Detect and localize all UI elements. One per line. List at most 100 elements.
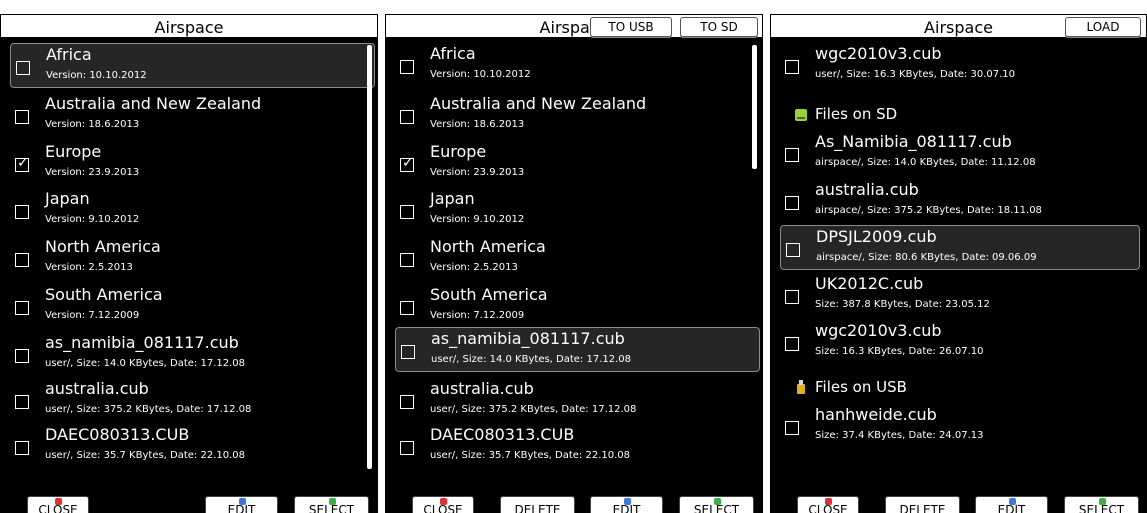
- scrollbar[interactable]: [367, 45, 372, 469]
- item-meta: Version: 23.9.2013: [45, 167, 140, 178]
- list-item[interactable]: wgc2010v3.cub user/, Size: 16.3 KBytes, …: [780, 43, 1140, 88]
- item-name: DPSJL2009.cub: [816, 227, 937, 246]
- list-item[interactable]: australia.cub user/, Size: 375.2 KBytes,…: [395, 378, 760, 423]
- checkbox-checked[interactable]: ✓: [400, 155, 414, 172]
- list-item[interactable]: Japan Version: 9.10.2012: [395, 188, 760, 233]
- list-item[interactable]: as_namibia_081117.cub user/, Size: 14.0 …: [10, 332, 375, 377]
- edit-button[interactable]: EDIT: [975, 496, 1048, 513]
- item-name: as_namibia_081117.cub: [431, 329, 625, 348]
- item-meta: user/, Size: 375.2 KBytes, Date: 17.12.0…: [45, 404, 252, 415]
- item-meta: Version: 9.10.2012: [430, 214, 525, 225]
- list-item[interactable]: Australia and New Zealand Version: 18.6.…: [10, 93, 375, 138]
- checkbox[interactable]: [785, 60, 799, 74]
- checkbox[interactable]: [15, 349, 29, 363]
- item-meta: airspace/, Size: 375.2 KBytes, Date: 18.…: [815, 205, 1042, 216]
- page-title: Airspace: [154, 18, 224, 37]
- checkbox[interactable]: [785, 337, 799, 351]
- item-name: australia.cub: [430, 379, 534, 398]
- item-name: Africa: [46, 45, 92, 64]
- list-item[interactable]: South America Version: 7.12.2009: [10, 284, 375, 329]
- checkbox[interactable]: [786, 243, 800, 257]
- delete-label: DELETE: [899, 503, 946, 513]
- list-item[interactable]: DPSJL2009.cub airspace/, Size: 80.6 KByt…: [780, 225, 1140, 270]
- checkbox[interactable]: [785, 290, 799, 304]
- to-usb-button[interactable]: TO USB: [590, 17, 672, 37]
- blue-marker-icon: [623, 498, 631, 505]
- checkbox[interactable]: [400, 395, 414, 409]
- checkbox[interactable]: [400, 205, 414, 219]
- checkbox[interactable]: [15, 301, 29, 315]
- airspace-panel-3: Airspace LOAD wgc2010v3.cub user/, Size:…: [770, 14, 1147, 513]
- scrollbar[interactable]: [752, 45, 757, 169]
- select-button[interactable]: SELECT: [679, 496, 754, 513]
- checkbox[interactable]: [15, 253, 29, 267]
- item-meta: user/, Size: 14.0 KBytes, Date: 17.12.08: [431, 354, 632, 365]
- item-name: DAEC080313.CUB: [45, 425, 190, 444]
- list-item[interactable]: wgc2010v3.cub Size: 16.3 KBytes, Date: 2…: [780, 320, 1140, 365]
- checkbox[interactable]: [16, 61, 30, 75]
- delete-button[interactable]: DELETE: [500, 496, 575, 513]
- list-item[interactable]: North America Version: 2.5.2013: [10, 236, 375, 281]
- title-bar: Airspace TO USB TO SD: [385, 14, 763, 38]
- item-meta: user/, Size: 35.7 KBytes, Date: 22.10.08: [45, 450, 246, 461]
- title-bar: Airspace LOAD: [770, 14, 1147, 38]
- checkbox[interactable]: [400, 301, 414, 315]
- list-item[interactable]: DAEC080313.CUB user/, Size: 35.7 KBytes,…: [395, 424, 760, 469]
- list-item[interactable]: australia.cub airspace/, Size: 375.2 KBy…: [780, 179, 1140, 224]
- list-item[interactable]: Africa Version: 10.10.2012: [10, 43, 375, 88]
- checkbox[interactable]: [401, 345, 415, 359]
- list-item[interactable]: UK2012C.cub Size: 387.8 KBytes, Date: 23…: [780, 273, 1140, 318]
- list-item[interactable]: ✓ Europe Version: 23.9.2013: [10, 141, 375, 186]
- close-button[interactable]: CLOSE: [27, 496, 89, 513]
- edit-button[interactable]: EDIT: [205, 496, 278, 513]
- checkbox[interactable]: [15, 205, 29, 219]
- list-item[interactable]: DAEC080313.CUB user/, Size: 35.7 KBytes,…: [10, 424, 375, 469]
- usb-stick-icon: [797, 380, 805, 394]
- list-item[interactable]: North America Version: 2.5.2013: [395, 236, 760, 281]
- checkbox[interactable]: [400, 441, 414, 455]
- close-button[interactable]: CLOSE: [797, 496, 859, 513]
- list-item[interactable]: Japan Version: 9.10.2012: [10, 188, 375, 233]
- list-item[interactable]: Australia and New Zealand Version: 18.6.…: [395, 93, 760, 138]
- list-item[interactable]: ✓ Europe Version: 23.9.2013: [395, 141, 760, 186]
- checkbox[interactable]: [785, 196, 799, 210]
- to-sd-button[interactable]: TO SD: [680, 17, 758, 37]
- item-meta: user/, Size: 14.0 KBytes, Date: 17.12.08: [45, 358, 246, 369]
- item-name: wgc2010v3.cub: [815, 44, 942, 63]
- edit-button[interactable]: EDIT: [590, 496, 663, 513]
- item-name: Africa: [430, 44, 476, 63]
- select-button[interactable]: SELECT: [294, 496, 369, 513]
- sd-card-icon: [795, 109, 807, 121]
- checkbox[interactable]: [785, 148, 799, 162]
- checkbox[interactable]: [785, 421, 799, 435]
- item-name: wgc2010v3.cub: [815, 321, 942, 340]
- list-item[interactable]: australia.cub user/, Size: 375.2 KBytes,…: [10, 378, 375, 423]
- item-meta: Version: 9.10.2012: [45, 214, 140, 225]
- checkbox[interactable]: [15, 441, 29, 455]
- title-bar: Airspace: [0, 14, 378, 38]
- select-button[interactable]: SELECT: [1064, 496, 1139, 513]
- checkbox[interactable]: [400, 253, 414, 267]
- close-button[interactable]: CLOSE: [412, 496, 474, 513]
- list-item[interactable]: hanhweide.cub Size: 37.4 KBytes, Date: 2…: [780, 404, 1140, 449]
- list-item[interactable]: As_Namibia_081117.cub airspace/, Size: 1…: [780, 131, 1140, 176]
- item-name: Europe: [45, 142, 102, 161]
- list-item[interactable]: Africa Version: 10.10.2012: [395, 43, 760, 88]
- red-marker-icon: [825, 498, 832, 505]
- delete-label: DELETE: [514, 503, 561, 513]
- load-button[interactable]: LOAD: [1065, 17, 1141, 37]
- item-meta: Version: 2.5.2013: [45, 262, 133, 273]
- checkbox[interactable]: [15, 395, 29, 409]
- checkbox[interactable]: [400, 60, 414, 74]
- checkbox-checked[interactable]: ✓: [15, 155, 29, 172]
- checkbox[interactable]: [400, 110, 414, 124]
- delete-button[interactable]: DELETE: [885, 496, 960, 513]
- item-name: as_namibia_081117.cub: [45, 333, 239, 352]
- list-item[interactable]: as_namibia_081117.cub user/, Size: 14.0 …: [395, 327, 760, 372]
- item-name: As_Namibia_081117.cub: [815, 132, 1012, 151]
- airspace-panel-2: Airspace TO USB TO SD Africa Version: 10…: [385, 14, 763, 513]
- item-name: hanhweide.cub: [815, 405, 937, 424]
- checkbox[interactable]: [15, 110, 29, 124]
- sd-section-label: Files on SD: [815, 105, 898, 123]
- list-item[interactable]: South America Version: 7.12.2009: [395, 284, 760, 329]
